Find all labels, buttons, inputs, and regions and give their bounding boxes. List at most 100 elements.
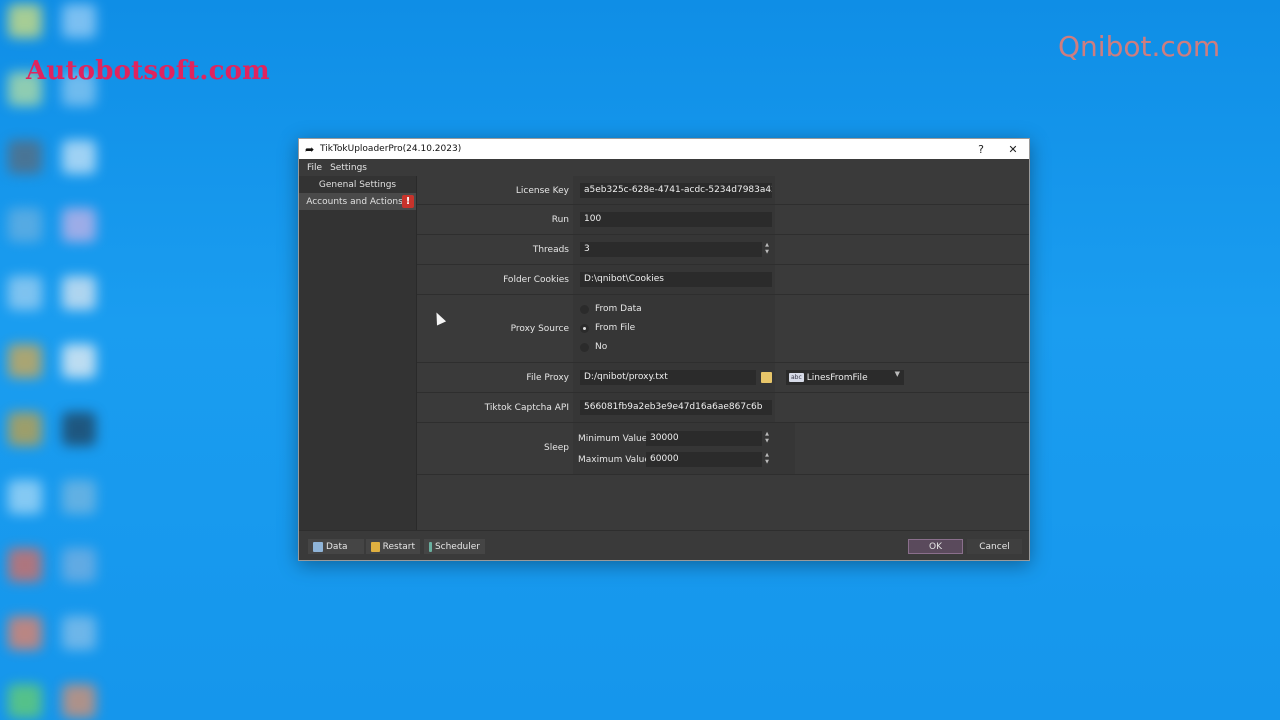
- radio-no[interactable]: No: [580, 342, 607, 352]
- sleep-label: Sleep: [543, 443, 569, 453]
- help-button[interactable]: ?: [965, 143, 997, 156]
- threads-stepper[interactable]: ▲ ▼: [763, 242, 771, 257]
- watermark-qnibot: Qnibot.com: [1058, 30, 1221, 63]
- folder-cookies-label: Folder Cookies: [503, 275, 569, 285]
- max-value-input[interactable]: 60000: [646, 452, 762, 467]
- min-value-input[interactable]: 30000: [646, 431, 762, 446]
- proxy-mode-select[interactable]: abc LinesFromFile ▼: [786, 370, 904, 385]
- desktop-shortcut-icon[interactable]: [8, 480, 42, 514]
- license-key-label: License Key: [515, 186, 569, 196]
- file-proxy-input[interactable]: D:/qnibot/proxy.txt: [580, 370, 756, 385]
- radio-label: From Data: [595, 304, 642, 314]
- scheduler-button[interactable]: Scheduler: [424, 539, 485, 554]
- desktop-shortcut-icon[interactable]: [8, 684, 42, 718]
- max-value-label: Maximum Value: [578, 455, 650, 465]
- desktop-shortcut-icon[interactable]: [8, 548, 42, 582]
- desktop-shortcut-icon[interactable]: [62, 140, 96, 174]
- folder-cookies-input[interactable]: D:\qnibot\Cookies: [580, 272, 772, 287]
- max-value-stepper[interactable]: ▲ ▼: [763, 452, 771, 467]
- value-cell: 566081fb9a2eb3e9e47d16a6ae867c6b: [573, 393, 775, 422]
- data-button-label: Data: [326, 541, 348, 552]
- value-cell: Minimum Value 30000 ▲ ▼ Maximum Value 600…: [573, 423, 795, 474]
- row-sleep: Sleep Minimum Value 30000 ▲ ▼ Maximum Val…: [417, 423, 1029, 475]
- menu-file[interactable]: File: [303, 163, 326, 173]
- sidebar-item-general-settings[interactable]: Genenal Settings: [299, 176, 416, 193]
- radio-label: From File: [595, 323, 636, 333]
- desktop-shortcut-icon[interactable]: [8, 140, 42, 174]
- desktop-shortcut-icon[interactable]: [8, 616, 42, 650]
- settings-form: License Key a5eb325c-628e-4741-acdc-5234…: [417, 176, 1029, 530]
- data-button[interactable]: Data: [308, 539, 364, 554]
- restart-icon: [371, 541, 380, 552]
- row-file-proxy: File Proxy D:/qnibot/proxy.txt abc Lines…: [417, 363, 1029, 393]
- scheduler-button-label: Scheduler: [434, 541, 480, 552]
- proxy-source-label: Proxy Source: [510, 324, 569, 334]
- warning-icon: !: [402, 195, 414, 208]
- desktop-shortcut-icon[interactable]: [8, 208, 42, 242]
- share-arrow-icon: ➦: [305, 142, 315, 156]
- radio-icon: [580, 304, 589, 314]
- row-license-key: License Key a5eb325c-628e-4741-acdc-5234…: [417, 176, 1029, 205]
- radio-icon: [580, 342, 589, 352]
- restart-button[interactable]: Restart: [366, 539, 420, 554]
- desktop-shortcut-icon[interactable]: [62, 616, 96, 650]
- captcha-api-input[interactable]: 566081fb9a2eb3e9e47d16a6ae867c6b: [580, 400, 772, 415]
- row-threads: Threads 3 ▲ ▼: [417, 235, 1029, 265]
- desktop-shortcut-icon[interactable]: [62, 548, 96, 582]
- value-cell: D:\qnibot\Cookies: [573, 265, 775, 294]
- threads-input[interactable]: 3: [580, 242, 762, 257]
- row-folder-cookies: Folder Cookies D:\qnibot\Cookies: [417, 265, 1029, 295]
- value-cell: D:/qnibot/proxy.txt: [573, 363, 775, 392]
- desktop-shortcut-icon[interactable]: [62, 276, 96, 310]
- radio-from-file[interactable]: From File: [580, 323, 635, 333]
- sidebar-item-label: Accounts and Actions: [306, 196, 403, 207]
- min-value-stepper[interactable]: ▲ ▼: [763, 431, 771, 446]
- desktop-shortcut-icon[interactable]: [8, 412, 42, 446]
- threads-label: Threads: [532, 245, 569, 255]
- desktop-shortcut-icon[interactable]: [62, 684, 96, 718]
- proxy-mode-value: LinesFromFile: [806, 372, 868, 383]
- calendar-icon: [429, 541, 432, 552]
- radio-from-data[interactable]: From Data: [580, 304, 642, 314]
- row-proxy-source: Proxy Source From Data From File No: [417, 295, 1029, 363]
- license-key-input[interactable]: a5eb325c-628e-4741-acdc-5234d7983a42: [580, 183, 772, 198]
- radio-selected-icon: [580, 323, 589, 333]
- value-cell: a5eb325c-628e-4741-acdc-5234d7983a42: [573, 176, 775, 204]
- sidebar-item-accounts-actions[interactable]: Accounts and Actions !: [299, 193, 416, 210]
- value-cell: 100: [573, 205, 775, 234]
- cancel-button[interactable]: Cancel: [967, 539, 1022, 554]
- window-title: TikTokUploaderPro(24.10.2023): [320, 144, 462, 154]
- desktop-shortcut-icon[interactable]: [62, 480, 96, 514]
- run-label: Run: [551, 215, 569, 225]
- watermark-autobotsoft: Autobotsoft.com: [26, 56, 270, 86]
- ok-button[interactable]: OK: [908, 539, 963, 554]
- bottom-bar: Data Restart Scheduler OK Cancel: [299, 530, 1029, 560]
- title-bar: ➦ TikTokUploaderPro(24.10.2023) ? ✕: [299, 139, 1029, 159]
- sidebar: Genenal Settings Accounts and Actions !: [299, 176, 417, 530]
- close-button[interactable]: ✕: [997, 143, 1029, 156]
- desktop-icons: [0, 0, 160, 720]
- radio-label: No: [595, 342, 608, 352]
- row-captcha-api: Tiktok Captcha API 566081fb9a2eb3e9e47d1…: [417, 393, 1029, 423]
- desktop-shortcut-icon[interactable]: [8, 344, 42, 378]
- sidebar-item-label: Genenal Settings: [318, 179, 397, 190]
- value-cell: 3 ▲ ▼: [573, 235, 775, 264]
- min-value-label: Minimum Value: [578, 434, 648, 444]
- menu-settings[interactable]: Settings: [326, 163, 371, 173]
- settings-dialog: ➦ TikTokUploaderPro(24.10.2023) ? ✕ File…: [298, 138, 1030, 561]
- database-icon: [313, 541, 323, 552]
- desktop-shortcut-icon[interactable]: [62, 344, 96, 378]
- file-proxy-label: File Proxy: [526, 373, 569, 383]
- row-run: Run 100: [417, 205, 1029, 235]
- chevron-down-icon: ▼: [894, 370, 900, 378]
- desktop-shortcut-icon[interactable]: [62, 4, 96, 38]
- run-input[interactable]: 100: [580, 212, 772, 227]
- desktop-shortcut-icon[interactable]: [62, 208, 96, 242]
- folder-browse-icon[interactable]: [761, 372, 772, 383]
- desktop-shortcut-icon[interactable]: [8, 276, 42, 310]
- desktop-shortcut-icon[interactable]: [62, 412, 96, 446]
- restart-button-label: Restart: [382, 541, 415, 552]
- text-type-icon: abc: [789, 373, 804, 382]
- desktop-shortcut-icon[interactable]: [8, 4, 42, 38]
- captcha-api-label: Tiktok Captcha API: [484, 403, 569, 413]
